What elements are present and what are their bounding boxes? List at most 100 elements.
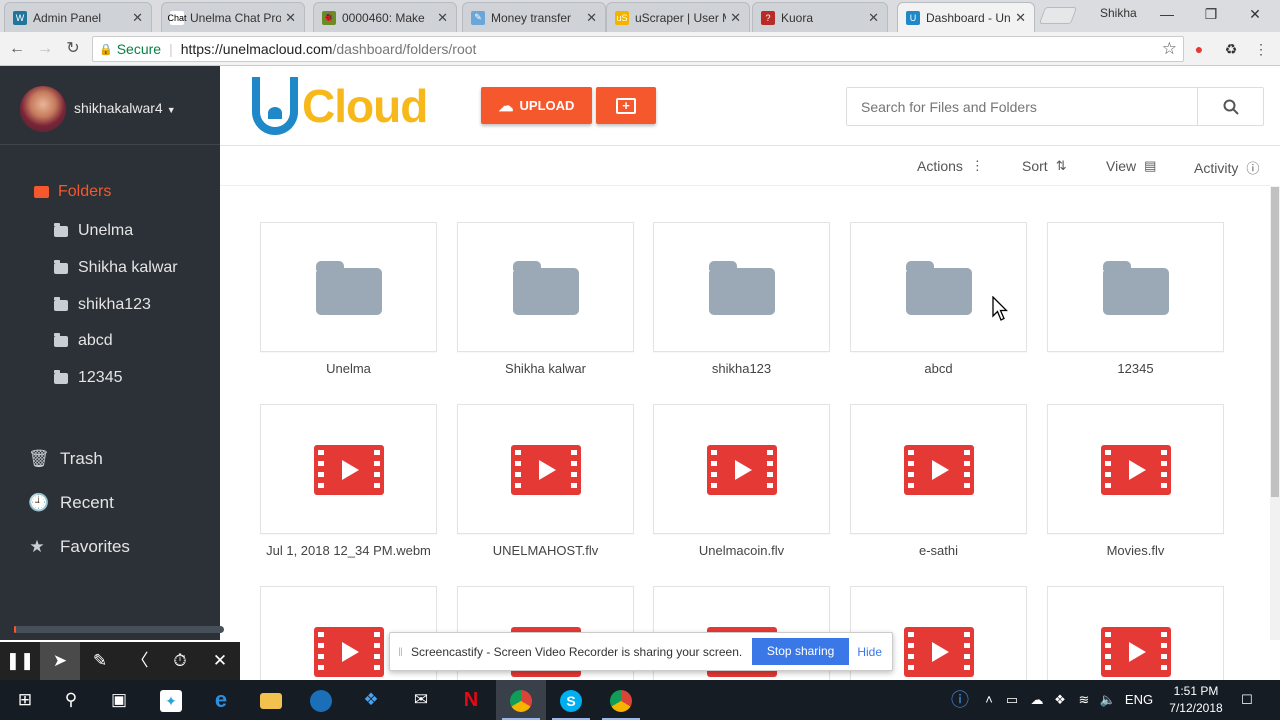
- sidebar-item-trash[interactable]: 🗑 Trash: [28, 449, 103, 469]
- folder-tile[interactable]: [457, 222, 634, 352]
- wifi-icon[interactable]: ≋: [1074, 680, 1094, 720]
- item-name[interactable]: Movies.flv: [1047, 543, 1224, 558]
- item-name[interactable]: abcd: [850, 361, 1027, 376]
- close-tab-icon[interactable]: ✕: [437, 10, 448, 26]
- folder-tile[interactable]: [1047, 222, 1224, 352]
- back-icon[interactable]: ←: [6, 38, 28, 60]
- app-icon[interactable]: ✦: [146, 680, 196, 720]
- file-tile[interactable]: [1047, 404, 1224, 534]
- browser-tab[interactable]: Chat Unelma Chat Pro ✕: [161, 2, 305, 32]
- edge-icon[interactable]: e: [196, 680, 246, 720]
- mail-app-icon[interactable]: [296, 680, 346, 720]
- item-name[interactable]: UNELMAHOST.flv: [457, 543, 634, 558]
- pointer-icon[interactable]: ➤: [40, 642, 80, 680]
- file-tile[interactable]: [653, 404, 830, 534]
- chrome-icon[interactable]: [596, 680, 646, 720]
- chrome-menu-icon[interactable]: ⋮: [1252, 40, 1270, 58]
- eraser-icon[interactable]: 〈: [120, 642, 160, 680]
- new-tab-button[interactable]: [1038, 7, 1078, 24]
- scrollbar-thumb[interactable]: [1271, 187, 1279, 497]
- sidebar-subfolder[interactable]: Shikha kalwar: [54, 259, 178, 277]
- user-menu[interactable]: shikhakalwar4 ▼: [74, 100, 176, 116]
- battery-icon[interactable]: ▭: [1002, 680, 1022, 720]
- windows-start-icon[interactable]: ⊞: [0, 680, 50, 720]
- activity-toggle[interactable]: Activity ⓘ: [1194, 158, 1259, 177]
- onedrive-icon[interactable]: ☁: [1026, 680, 1048, 720]
- dropbox-tray-icon[interactable]: ❖: [1050, 680, 1070, 720]
- avatar[interactable]: [20, 86, 66, 132]
- browser-tab[interactable]: ? Kuora ✕: [752, 2, 888, 32]
- file-tile[interactable]: [850, 404, 1027, 534]
- folder-tile[interactable]: [850, 222, 1027, 352]
- close-tab-icon[interactable]: ✕: [586, 10, 597, 26]
- file-tile[interactable]: [457, 404, 634, 534]
- task-view-icon[interactable]: ▣: [94, 680, 144, 720]
- browser-tab[interactable]: ✎ Money transfer ✕: [462, 2, 606, 32]
- sidebar-subfolder[interactable]: abcd: [54, 332, 113, 350]
- minimize-icon[interactable]: —: [1152, 4, 1182, 24]
- folder-tile[interactable]: [653, 222, 830, 352]
- browser-tab[interactable]: W Admin Panel ✕: [4, 2, 152, 32]
- notifications-icon[interactable]: ☐: [1236, 680, 1258, 720]
- netflix-icon[interactable]: N: [446, 680, 496, 720]
- close-tab-icon[interactable]: ✕: [730, 10, 741, 26]
- ucloud-logo[interactable]: Cloud: [250, 76, 428, 136]
- search-icon[interactable]: ⚲: [46, 680, 96, 720]
- dropbox-icon[interactable]: ❖: [346, 680, 396, 720]
- tray-chevron-icon[interactable]: ˄: [980, 680, 998, 720]
- item-name[interactable]: Unelma: [260, 361, 437, 376]
- close-tab-icon[interactable]: ✕: [132, 10, 143, 26]
- upload-button[interactable]: ☁ UPLOAD: [481, 87, 592, 124]
- reload-icon[interactable]: ↻: [62, 38, 84, 60]
- folder-tile[interactable]: [260, 222, 437, 352]
- sort-menu[interactable]: Sort ⇅: [1022, 158, 1067, 174]
- sidebar-item-recent[interactable]: 🕘 Recent: [28, 493, 114, 513]
- address-bar[interactable]: 🔒 Secure | https://unelmacloud.com/dashb…: [92, 36, 1184, 62]
- browser-tab[interactable]: 🐞 0000460: Make ✕: [313, 2, 457, 32]
- bookmark-star-icon[interactable]: ☆: [1162, 39, 1177, 59]
- file-explorer-icon[interactable]: [246, 680, 296, 720]
- pen-icon[interactable]: ✎: [80, 642, 120, 680]
- search-button[interactable]: [1197, 88, 1263, 125]
- chrome-icon[interactable]: [496, 680, 546, 720]
- volume-icon[interactable]: 🔈: [1098, 680, 1118, 720]
- new-folder-button[interactable]: +: [596, 87, 656, 124]
- language-indicator[interactable]: ENG: [1122, 680, 1156, 720]
- item-name[interactable]: shikha123: [653, 361, 830, 376]
- stop-sharing-button[interactable]: Stop sharing: [751, 638, 850, 665]
- screencastify-extension-icon[interactable]: ●: [1190, 40, 1208, 58]
- clock[interactable]: 1:51 PM 7/12/2018: [1160, 683, 1232, 717]
- hide-button[interactable]: Hide: [857, 645, 882, 659]
- browser-tab[interactable]: U Dashboard - Unelma ✕: [897, 2, 1035, 32]
- item-name[interactable]: Unelmacoin.flv: [653, 543, 830, 558]
- item-name[interactable]: e-sathi: [850, 543, 1027, 558]
- drag-grip-icon[interactable]: ‖: [398, 645, 403, 659]
- sidebar-item-folders[interactable]: Folders: [34, 183, 111, 201]
- mail-icon[interactable]: ✉: [396, 680, 446, 720]
- close-tab-icon[interactable]: ✕: [1015, 10, 1026, 26]
- forward-icon[interactable]: →: [34, 38, 56, 60]
- skype-icon[interactable]: S: [546, 680, 596, 720]
- restore-icon[interactable]: ❐: [1196, 4, 1226, 24]
- timer-icon[interactable]: ⏱: [160, 642, 200, 680]
- file-tile[interactable]: [260, 404, 437, 534]
- item-name[interactable]: Shikha kalwar: [457, 361, 634, 376]
- help-icon[interactable]: ⓘ: [948, 680, 972, 720]
- close-icon[interactable]: ✕: [200, 642, 240, 680]
- sidebar-item-favorites[interactable]: ★ Favorites: [28, 537, 130, 557]
- close-window-icon[interactable]: ✕: [1240, 4, 1270, 24]
- profile-name[interactable]: Shikha: [1100, 6, 1137, 20]
- close-tab-icon[interactable]: ✕: [285, 10, 296, 26]
- pause-icon[interactable]: ❚❚: [0, 642, 40, 680]
- browser-tab[interactable]: uS uScraper | User M ✕: [606, 2, 750, 32]
- search-input[interactable]: [847, 88, 1197, 125]
- recycle-extension-icon[interactable]: ♻: [1222, 40, 1240, 58]
- sidebar-subfolder[interactable]: Unelma: [54, 222, 133, 240]
- item-name[interactable]: Jul 1, 2018 12_34 PM.webm: [260, 543, 437, 558]
- sidebar-subfolder[interactable]: shikha123: [54, 296, 151, 314]
- sidebar-subfolder[interactable]: 12345: [54, 369, 123, 387]
- item-name[interactable]: 12345: [1047, 361, 1224, 376]
- view-menu[interactable]: View ▤: [1106, 158, 1156, 174]
- close-tab-icon[interactable]: ✕: [868, 10, 879, 26]
- actions-menu[interactable]: Actions ⋮: [917, 158, 984, 174]
